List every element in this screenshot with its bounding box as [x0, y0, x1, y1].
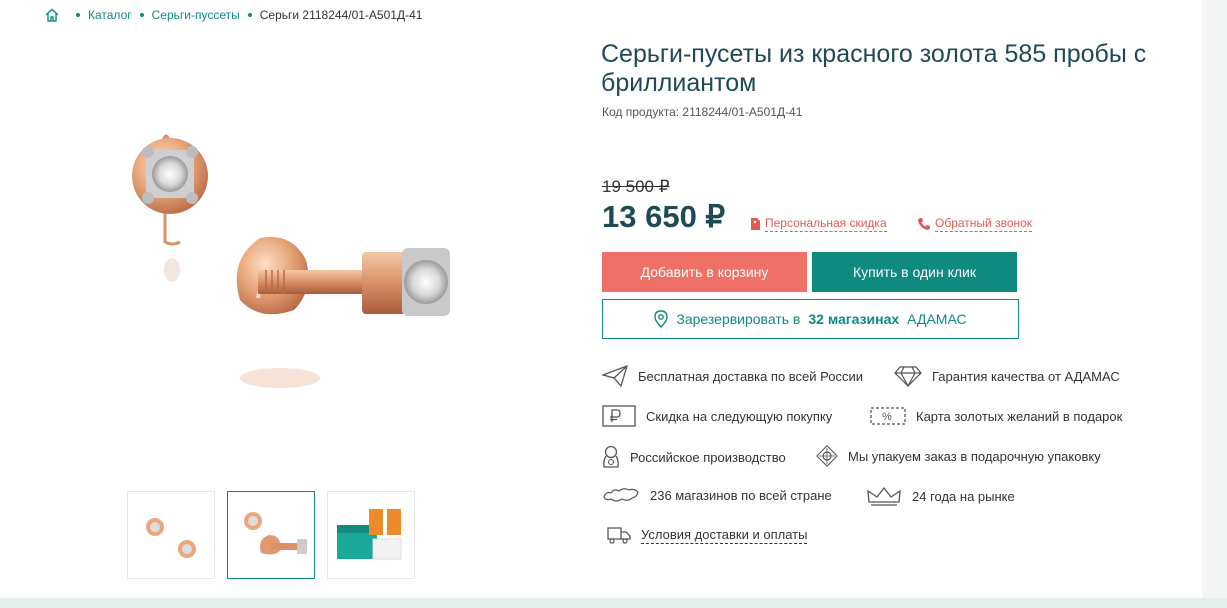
feature-discount-text: Скидка на следующую покупку [646, 408, 833, 424]
feature-stores: 236 магазинов по всей стране [602, 485, 832, 505]
feature-gift-pack-text: Мы упакуем заказ в подарочную упаковку [848, 448, 1101, 464]
crown-icon [867, 486, 901, 506]
right-gutter [1202, 0, 1227, 598]
truck-icon [607, 527, 631, 544]
delivery-conditions-link[interactable]: Условия доставки и оплаты [641, 527, 808, 544]
tag-icon [751, 218, 760, 230]
feature-conditions[interactable]: Условия доставки и оплаты [607, 525, 808, 545]
product-code: Код продукта: 2118244/01-А501Д-41 [602, 105, 803, 119]
thumbnail-earring-side-image [244, 512, 307, 555]
callback-label: Обратный звонок [935, 216, 1033, 232]
callback-link[interactable]: Обратный звонок [917, 216, 1033, 232]
page: Каталог Серьги-пуссеты Серьги 2118244/01… [0, 0, 1202, 598]
reserve-prefix: Зарезервировать в [676, 311, 801, 327]
thumbnail-2[interactable] [227, 491, 315, 579]
feature-years-text: 24 года на рынке [912, 488, 1015, 504]
reserve-brand: АДАМАС [907, 311, 967, 327]
location-pin-icon [654, 310, 669, 328]
breadcrumb-separator [76, 13, 80, 17]
thumbnail-strip [127, 491, 415, 579]
thumbnail-earrings-pair-image [146, 518, 196, 558]
phone-icon [918, 218, 930, 230]
product-title: Серьги-пусеты из красного золота 585 про… [601, 40, 1147, 97]
discount-card-icon: % [870, 407, 906, 425]
breadcrumb-catalog[interactable]: Каталог [88, 8, 132, 22]
old-price: 19 500 ₽ [602, 177, 670, 196]
breadcrumb: Каталог Серьги-пуссеты Серьги 2118244/01… [44, 6, 422, 24]
russia-map-icon [603, 488, 639, 502]
feature-gold-card: % Карта золотых желаний в подарок [870, 405, 1122, 427]
feature-russian-text: Российское производство [630, 449, 786, 465]
thumbnail-gift-box-image [337, 509, 402, 560]
svg-text:%: % [882, 411, 892, 423]
reserve-store-count: 32 магазинах [808, 311, 900, 327]
feature-delivery: Бесплатная доставка по всей России [602, 365, 863, 387]
breadcrumb-category[interactable]: Серьги-пуссеты [152, 8, 240, 22]
feature-years: 24 года на рынке [866, 485, 1015, 507]
feature-gift-pack: Мы упакуем заказ в подарочную упаковку [816, 445, 1101, 467]
feature-warranty-text: Гарантия качества от АДАМАС [932, 368, 1120, 384]
breadcrumb-separator [247, 13, 252, 17]
feature-warranty: Гарантия качества от АДАМАС [894, 365, 1120, 387]
feature-russian: Российское производство [602, 445, 786, 469]
reserve-in-store-button[interactable]: Зарезервировать в 32 магазинах АДАМАС [602, 299, 1019, 339]
buy-one-click-button[interactable]: Купить в один клик [812, 252, 1017, 292]
product-main-image[interactable] [110, 110, 490, 410]
thumbnail-1[interactable] [127, 491, 215, 579]
feature-delivery-text: Бесплатная доставка по всей России [638, 368, 864, 384]
feature-discount: Скидка на следующую покупку [602, 405, 832, 427]
current-price: 13 650 ₽ [602, 199, 726, 234]
diamond-icon [894, 366, 922, 387]
bottom-strip [0, 598, 1227, 608]
home-icon[interactable] [44, 7, 60, 23]
breadcrumb-separator [139, 13, 144, 17]
personal-discount-link[interactable]: Персональная скидка [749, 216, 887, 232]
ruble-card-icon [602, 405, 636, 427]
personal-discount-label: Персональная скидка [765, 216, 887, 232]
paper-plane-icon [602, 365, 628, 387]
breadcrumb-current: Серьги 2118244/01-А501Д-41 [259, 8, 423, 22]
feature-gold-card-text: Карта золотых желаний в подарок [916, 408, 1123, 424]
add-to-cart-button[interactable]: Добавить в корзину [602, 252, 807, 292]
feature-stores-text: 236 магазинов по всей стране [650, 487, 832, 503]
gift-wrap-icon [816, 445, 838, 467]
thumbnail-3[interactable] [327, 491, 415, 579]
matryoshka-icon [603, 445, 619, 468]
